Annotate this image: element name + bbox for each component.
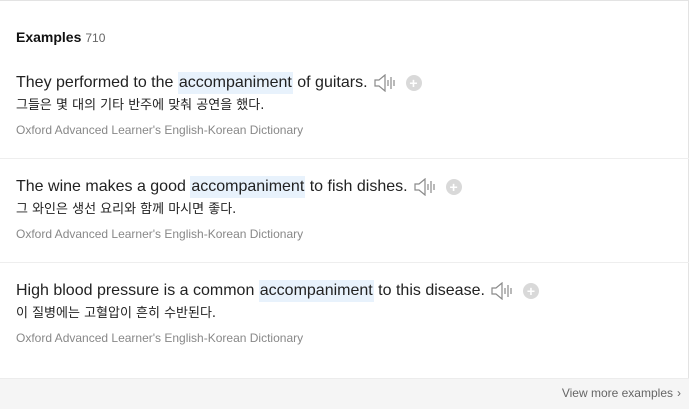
sentence-text: High blood pressure is a common xyxy=(16,282,259,299)
example-source: Oxford Advanced Learner's English-Korean… xyxy=(16,227,304,241)
speaker-icon[interactable] xyxy=(413,178,438,196)
plus-icon[interactable]: + xyxy=(405,75,422,91)
sentence-text: to fish dishes. xyxy=(305,178,408,195)
view-more-label: View more examples xyxy=(561,386,673,400)
sentence-text: of guitars. xyxy=(292,74,368,91)
example-sentence: The wine makes a good accompaniment to f… xyxy=(16,176,689,198)
divider xyxy=(0,158,689,159)
divider xyxy=(0,262,689,263)
sentence-text: to this disease. xyxy=(373,282,485,299)
view-more-examples-link[interactable]: View more examples › xyxy=(562,386,681,400)
example-sentence: They performed to the accompaniment of g… xyxy=(16,72,689,94)
speaker-icon[interactable] xyxy=(373,74,398,92)
highlighted-word[interactable]: accompaniment xyxy=(258,280,374,302)
example-item: The wine makes a good accompaniment to f… xyxy=(16,176,689,242)
examples-count: 710 xyxy=(85,31,106,45)
highlighted-word[interactable]: accompaniment xyxy=(190,176,306,198)
example-translation: 이 질병에는 고혈압이 흔히 수반된다. xyxy=(16,306,217,321)
example-sentence: High blood pressure is a common accompan… xyxy=(16,280,689,302)
sentence-text: They performed to the xyxy=(16,74,178,91)
example-translation: 그들은 몇 대의 기타 반주에 맞춰 공연을 했다. xyxy=(16,98,265,113)
examples-title: Examples xyxy=(16,29,82,45)
speaker-icon[interactable] xyxy=(491,282,515,300)
sentence-text: The wine makes a good xyxy=(16,178,191,195)
example-translation: 그 와인은 생선 요리와 함께 마시면 좋다. xyxy=(16,202,237,217)
highlighted-word[interactable]: accompaniment xyxy=(177,72,293,94)
example-source: Oxford Advanced Learner's English-Korean… xyxy=(16,123,304,137)
example-item: High blood pressure is a common accompan… xyxy=(16,280,689,346)
plus-icon[interactable]: + xyxy=(445,179,462,195)
examples-footer: View more examples › xyxy=(0,378,689,409)
plus-icon[interactable]: + xyxy=(522,283,539,299)
example-source: Oxford Advanced Learner's English-Korean… xyxy=(16,331,304,345)
example-item: They performed to the accompaniment of g… xyxy=(16,72,689,138)
chevron-right-icon: › xyxy=(677,386,681,400)
examples-header: Examples 710 xyxy=(16,29,105,45)
